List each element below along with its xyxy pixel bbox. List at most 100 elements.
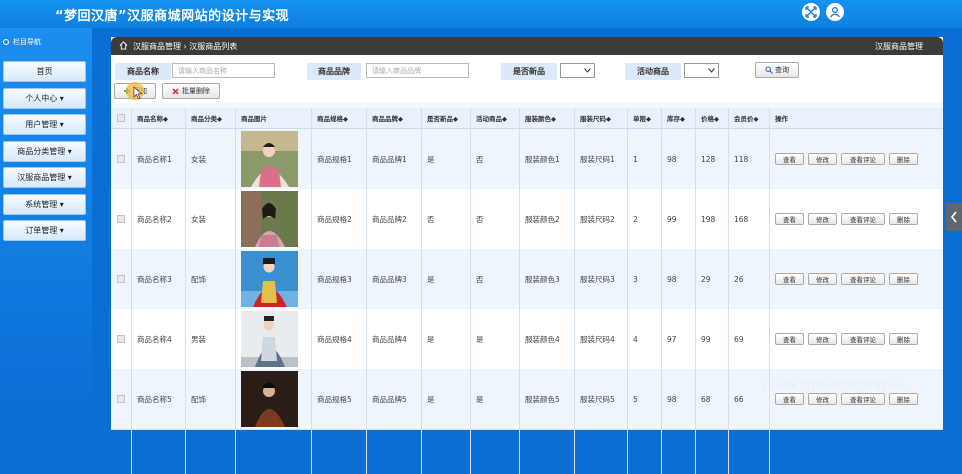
product-image[interactable]	[241, 371, 298, 427]
column-header[interactable]: 商品规格◆	[313, 108, 348, 128]
edit-button[interactable]: 修改	[808, 213, 837, 225]
query-button[interactable]: 查询	[755, 62, 799, 78]
cell-category: 配饰	[191, 394, 206, 404]
column-header[interactable]: 商品名称◆	[133, 108, 168, 128]
activity-label: 活动商品	[625, 63, 681, 80]
column-divider	[519, 108, 520, 474]
delete-button[interactable]: 删除	[889, 213, 918, 225]
edit-button[interactable]: 修改	[808, 393, 837, 405]
view-comments-button[interactable]: 查看评论	[841, 153, 885, 165]
edit-button[interactable]: 修改	[808, 153, 837, 165]
column-header[interactable]: 活动商品◆	[472, 108, 507, 128]
row-checkbox[interactable]	[117, 215, 125, 223]
cell-category: 女装	[191, 154, 206, 164]
cell-is-new: 否	[427, 214, 435, 224]
cell-is-new: 是	[427, 154, 435, 164]
batch-delete-button[interactable]: 批量删除	[162, 83, 220, 99]
column-header[interactable]: 商品品牌◆	[368, 108, 403, 128]
is-new-select[interactable]	[560, 63, 595, 78]
delete-button[interactable]: 删除	[889, 393, 918, 405]
delete-button[interactable]: 删除	[889, 333, 918, 345]
column-divider	[627, 108, 628, 474]
cell-is-new: 是	[427, 394, 435, 404]
cell-limit: 5	[633, 394, 638, 404]
delete-button[interactable]: 删除	[889, 153, 918, 165]
product-name-input[interactable]: 请输入商品名称	[172, 63, 275, 78]
delete-button[interactable]: 删除	[889, 273, 918, 285]
sidebar-item-home[interactable]: 首页	[3, 61, 86, 82]
cell-vip-price: 118	[734, 154, 749, 164]
column-divider	[185, 108, 186, 474]
panel-toggle[interactable]	[946, 203, 962, 231]
column-header[interactable]: 服装颜色◆	[521, 108, 556, 128]
product-image[interactable]	[241, 131, 298, 187]
view-comments-button[interactable]: 查看评论	[841, 213, 885, 225]
cell-name: 商品名称4	[137, 334, 172, 344]
sidebar-item-order-management[interactable]: 订单管理 ▾	[3, 220, 86, 241]
view-button[interactable]: 查看	[775, 153, 804, 165]
column-header: 商品图片	[241, 115, 267, 123]
cell-limit: 1	[633, 154, 638, 164]
column-header[interactable]: 单限◆	[629, 108, 651, 128]
cell-category: 男装	[191, 334, 206, 344]
breadcrumb-bar: 汉服商品管理 › 汉服商品列表 汉服商品管理	[111, 37, 943, 55]
view-button[interactable]: 查看	[775, 393, 804, 405]
sidebar-item-personal-center[interactable]: 个人中心 ▾	[3, 88, 86, 109]
sidebar-item-user-management[interactable]: 用户管理 ▾	[3, 114, 86, 135]
cell-price: 198	[701, 214, 716, 224]
column-divider	[131, 108, 132, 474]
cell-stock: 98	[667, 394, 677, 404]
row-checkbox[interactable]	[117, 395, 125, 403]
user-icon[interactable]	[826, 3, 844, 21]
cell-activity: 否	[476, 274, 484, 284]
activity-select[interactable]	[684, 63, 719, 78]
cell-size: 服装尺码1	[580, 154, 615, 164]
cell-spec: 商品规格4	[317, 334, 352, 344]
cell-size: 服装尺码3	[580, 274, 615, 284]
row-checkbox[interactable]	[117, 155, 125, 163]
product-image[interactable]	[241, 311, 298, 367]
view-comments-button[interactable]: 查看评论	[841, 393, 885, 405]
cell-spec: 商品规格2	[317, 214, 352, 224]
view-button[interactable]: 查看	[775, 273, 804, 285]
column-divider	[470, 108, 471, 474]
column-header[interactable]: 是否新品◆	[423, 108, 458, 128]
row-checkbox[interactable]	[117, 275, 125, 283]
cell-price: 29	[701, 274, 711, 284]
x-icon	[172, 87, 179, 95]
cell-stock: 97	[667, 334, 677, 344]
cell-stock: 98	[667, 154, 677, 164]
edit-button[interactable]: 修改	[808, 273, 837, 285]
cell-color: 服装颜色4	[525, 334, 560, 344]
column-divider	[574, 108, 575, 474]
product-image[interactable]	[241, 191, 298, 247]
app-title: “梦回汉唐”汉服商城网站的设计与实现	[55, 9, 290, 24]
column-divider	[235, 108, 236, 474]
column-header[interactable]: 服装尺码◆	[576, 108, 611, 128]
sidebar-item-system-management[interactable]: 系统管理 ▾	[3, 194, 86, 215]
column-header[interactable]: 库存◆	[663, 108, 685, 128]
product-image[interactable]	[241, 251, 298, 307]
home-icon[interactable]	[119, 41, 128, 50]
select-all-checkbox[interactable]	[117, 114, 125, 122]
fullscreen-icon[interactable]	[802, 3, 820, 21]
column-header[interactable]: 价格◆	[697, 108, 719, 128]
column-header[interactable]: 商品分类◆	[187, 108, 222, 128]
cell-activity: 否	[476, 154, 484, 164]
cursor-highlight	[126, 82, 144, 100]
view-button[interactable]: 查看	[775, 333, 804, 345]
cell-category: 配饰	[191, 274, 206, 284]
row-checkbox[interactable]	[117, 335, 125, 343]
product-name-label: 商品名称	[115, 63, 171, 80]
column-header[interactable]: 会员价◆	[730, 108, 759, 128]
product-brand-input[interactable]: 请输入商品品牌	[366, 63, 469, 78]
sidebar-item-hanfu-management[interactable]: 汉服商品管理 ▾	[3, 167, 86, 188]
view-button[interactable]: 查看	[775, 213, 804, 225]
search-icon	[765, 66, 773, 74]
cell-name: 商品名称3	[137, 274, 172, 284]
edit-button[interactable]: 修改	[808, 333, 837, 345]
sidebar: 栏目导航 首页 个人中心 ▾ 用户管理 ▾ 商品分类管理 ▾ 汉服商品管理 ▾ …	[0, 28, 92, 404]
view-comments-button[interactable]: 查看评论	[841, 273, 885, 285]
sidebar-item-category-management[interactable]: 商品分类管理 ▾	[3, 141, 86, 162]
view-comments-button[interactable]: 查看评论	[841, 333, 885, 345]
